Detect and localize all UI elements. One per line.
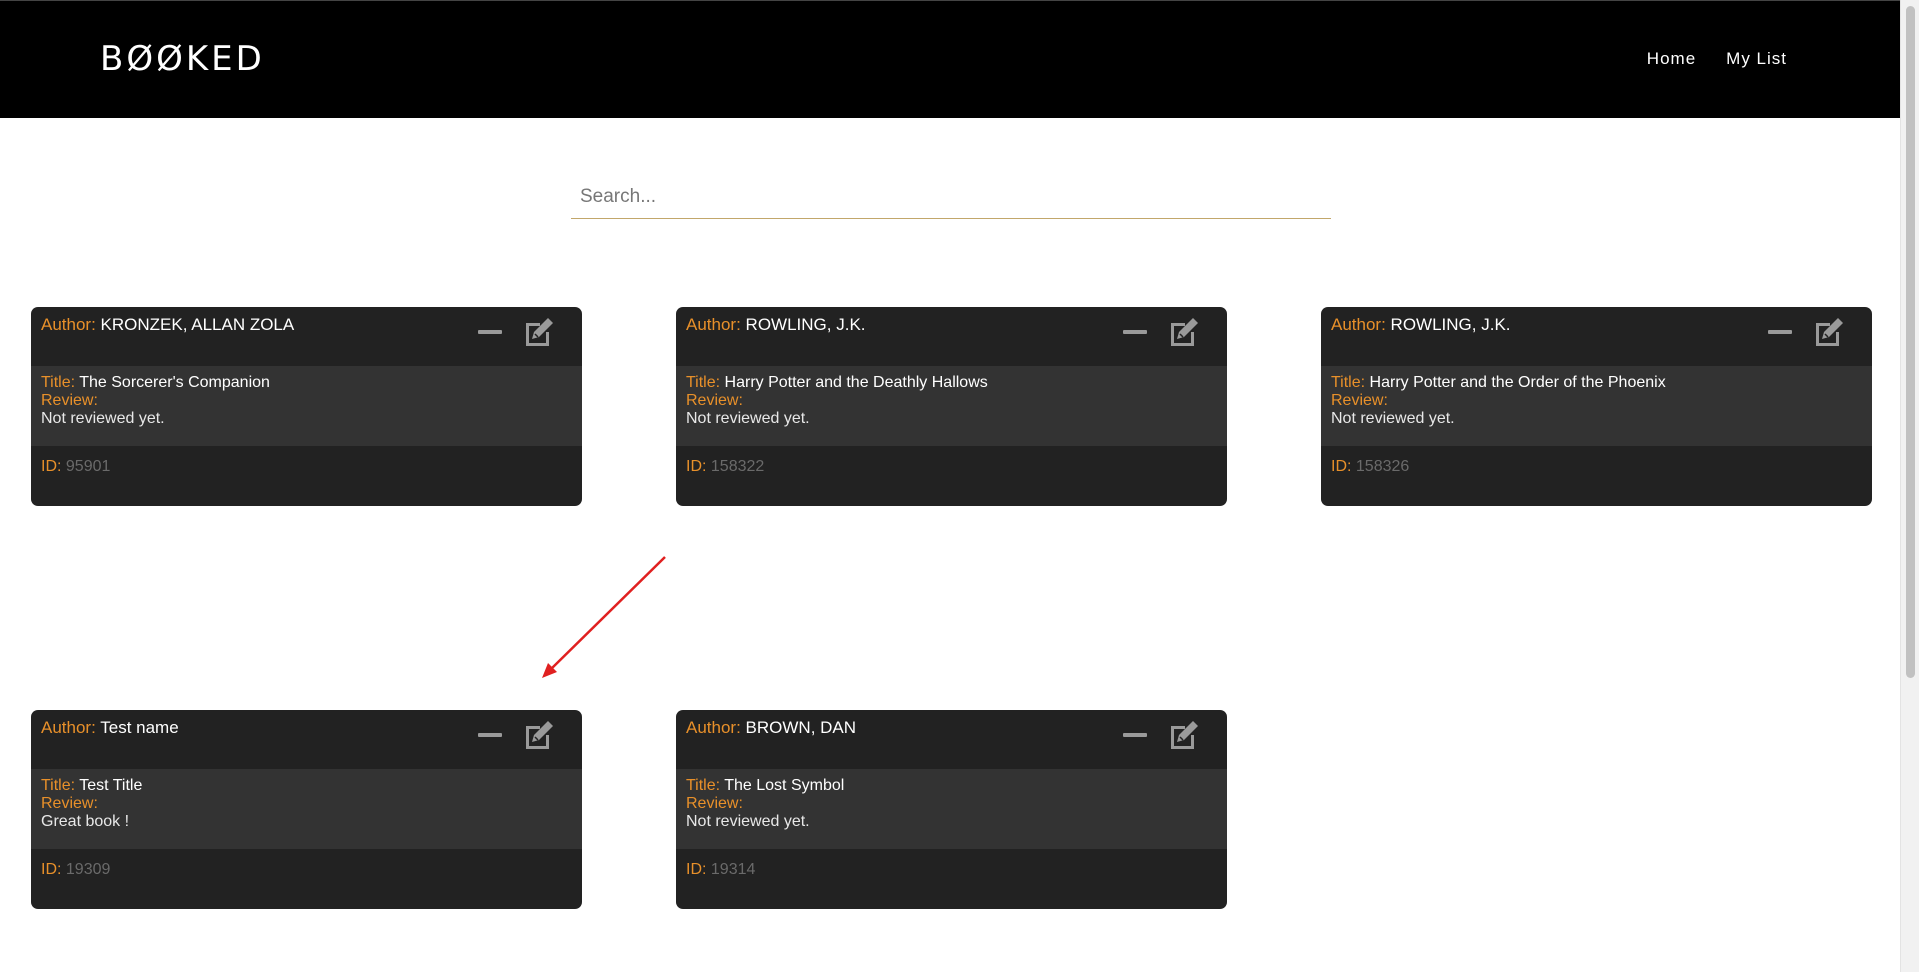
author-label: Author:	[1331, 315, 1386, 334]
nav-my-list-link[interactable]: My List	[1726, 49, 1787, 69]
title-line: Title: Harry Potter and the Deathly Hall…	[686, 374, 1217, 392]
edit-icon[interactable]	[1168, 317, 1200, 347]
book-card: Author: ROWLING, J.K. Title: Harry Potte…	[676, 307, 1227, 506]
card-header: Author: BROWN, DAN	[676, 710, 1227, 769]
title-label: Title:	[41, 777, 76, 794]
edit-icon[interactable]	[1168, 720, 1200, 750]
author-value: Test name	[100, 718, 179, 737]
author-value: ROWLING, J.K.	[745, 315, 866, 334]
card-footer: ID: 158322	[676, 446, 1227, 506]
card-actions	[1767, 317, 1845, 347]
id-value: 158322	[710, 458, 765, 475]
card-actions	[1122, 317, 1200, 347]
card-actions	[1122, 720, 1200, 750]
scrollbar-thumb[interactable]	[1906, 6, 1915, 678]
minus-icon[interactable]	[1122, 722, 1148, 748]
review-label: Review:	[686, 795, 743, 812]
author-label: Author:	[41, 315, 96, 334]
edit-icon[interactable]	[1813, 317, 1845, 347]
card-footer: ID: 158326	[1321, 446, 1872, 506]
author-label: Author:	[686, 315, 741, 334]
id-value: 19309	[65, 861, 111, 878]
book-card: Author: KRONZEK, ALLAN ZOLA Title: The S…	[31, 307, 582, 506]
author-label: Author:	[686, 718, 741, 737]
review-label: Review:	[686, 392, 743, 409]
minus-icon[interactable]	[1767, 319, 1793, 345]
id-label: ID:	[686, 458, 707, 475]
brand-logo[interactable]: BØØKED	[100, 39, 265, 79]
minus-icon[interactable]	[477, 319, 503, 345]
card-body: Title: The Lost Symbol Review: Not revie…	[676, 769, 1227, 849]
card-body: Title: Harry Potter and the Deathly Hall…	[676, 366, 1227, 446]
minus-icon[interactable]	[477, 722, 503, 748]
id-value: 19314	[710, 861, 756, 878]
title-value: The Lost Symbol	[724, 777, 845, 794]
title-value: Harry Potter and the Deathly Hallows	[724, 374, 988, 391]
card-header: Author: Test name	[31, 710, 582, 769]
vertical-scrollbar[interactable]	[1900, 0, 1919, 972]
title-line: Title: The Lost Symbol	[686, 777, 1217, 795]
title-label: Title:	[41, 374, 76, 391]
nav-home-link[interactable]: Home	[1647, 49, 1696, 69]
author-value: KRONZEK, ALLAN ZOLA	[100, 315, 295, 334]
author-line: Author: Test name	[41, 718, 179, 738]
title-value: Test Title	[79, 777, 143, 794]
nav-links: Home My List	[1647, 49, 1787, 69]
card-actions	[477, 317, 555, 347]
id-label: ID:	[686, 861, 707, 878]
id-value: 95901	[65, 458, 111, 475]
title-line: Title: The Sorcerer's Companion	[41, 374, 572, 392]
review-value: Not reviewed yet.	[41, 410, 165, 427]
card-header: Author: KRONZEK, ALLAN ZOLA	[31, 307, 582, 366]
search-input[interactable]	[571, 178, 1331, 216]
title-label: Title:	[686, 374, 721, 391]
title-label: Title:	[686, 777, 721, 794]
search-container	[571, 178, 1331, 219]
edit-icon[interactable]	[523, 317, 555, 347]
id-label: ID:	[41, 861, 62, 878]
card-header: Author: ROWLING, J.K.	[1321, 307, 1872, 366]
id-label: ID:	[1331, 458, 1352, 475]
edit-icon[interactable]	[523, 720, 555, 750]
book-card: Author: ROWLING, J.K. Title: Harry Potte…	[1321, 307, 1872, 506]
card-actions	[477, 720, 555, 750]
review-value: Not reviewed yet.	[686, 410, 810, 427]
title-value: The Sorcerer's Companion	[79, 374, 270, 391]
card-body: Title: Harry Potter and the Order of the…	[1321, 366, 1872, 446]
card-footer: ID: 19309	[31, 849, 582, 909]
review-label: Review:	[41, 795, 98, 812]
author-label: Author:	[41, 718, 96, 737]
author-line: Author: BROWN, DAN	[686, 718, 856, 738]
title-line: Title: Harry Potter and the Order of the…	[1331, 374, 1862, 392]
book-card: Author: BROWN, DAN Title: The Lost Symbo…	[676, 710, 1227, 909]
id-value: 158326	[1355, 458, 1410, 475]
navbar: BØØKED Home My List	[0, 0, 1900, 118]
author-line: Author: ROWLING, J.K.	[686, 315, 866, 335]
author-value: ROWLING, J.K.	[1390, 315, 1511, 334]
review-value: Great book !	[41, 813, 130, 830]
card-body: Title: Test Title Review: Great book !	[31, 769, 582, 849]
review-value: Not reviewed yet.	[686, 813, 810, 830]
minus-icon[interactable]	[1122, 319, 1148, 345]
book-card: Author: Test name Title: Test Title Revi…	[31, 710, 582, 909]
title-line: Title: Test Title	[41, 777, 572, 795]
card-footer: ID: 19314	[676, 849, 1227, 909]
review-label: Review:	[1331, 392, 1388, 409]
title-value: Harry Potter and the Order of the Phoeni…	[1369, 374, 1666, 391]
card-header: Author: ROWLING, J.K.	[676, 307, 1227, 366]
author-value: BROWN, DAN	[745, 718, 857, 737]
title-label: Title:	[1331, 374, 1366, 391]
author-line: Author: ROWLING, J.K.	[1331, 315, 1511, 335]
author-line: Author: KRONZEK, ALLAN ZOLA	[41, 315, 294, 335]
card-footer: ID: 95901	[31, 446, 582, 506]
card-body: Title: The Sorcerer's Companion Review: …	[31, 366, 582, 446]
review-label: Review:	[41, 392, 98, 409]
review-value: Not reviewed yet.	[1331, 410, 1455, 427]
id-label: ID:	[41, 458, 62, 475]
